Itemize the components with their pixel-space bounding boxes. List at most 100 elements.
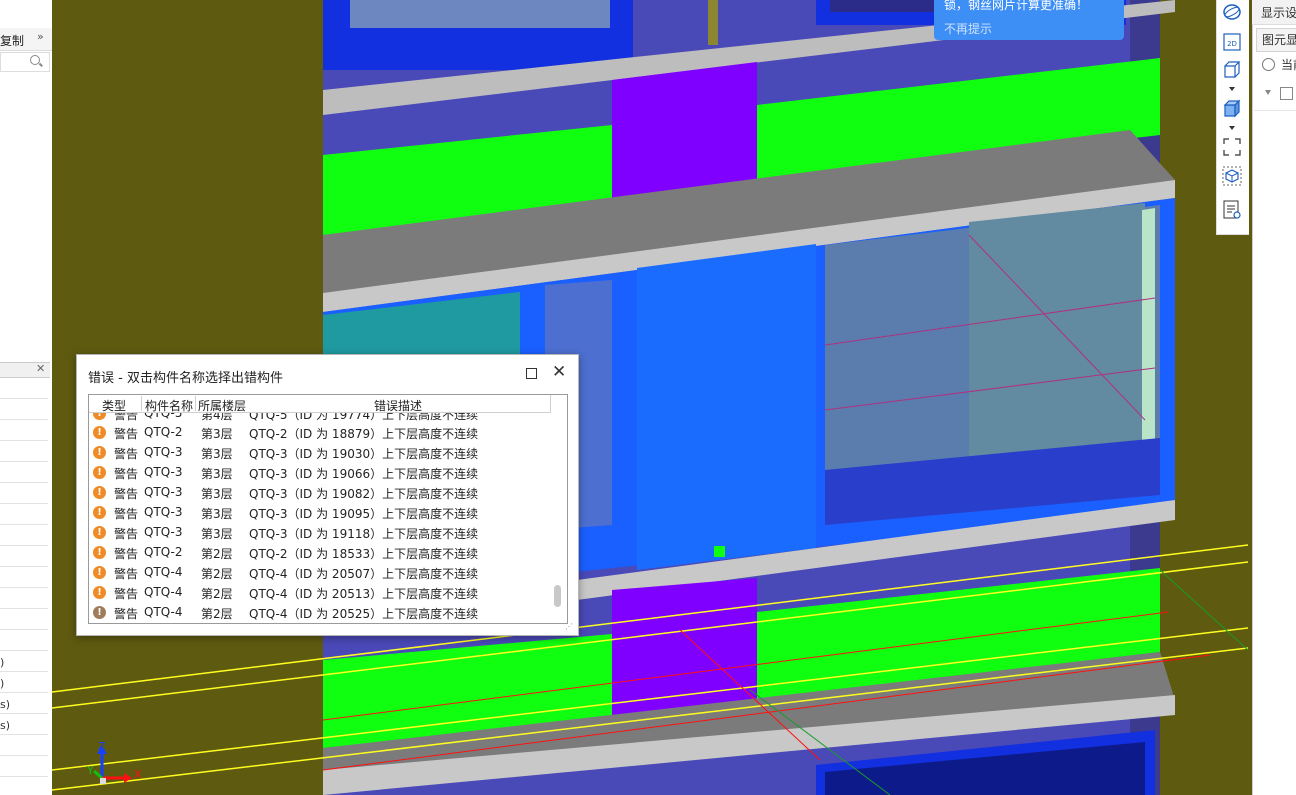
warning-icon: ! [93, 466, 106, 479]
warning-icon: ! [93, 566, 106, 579]
warning-icon: ! [93, 526, 106, 539]
left-row-value: s) [0, 698, 11, 711]
close-icon[interactable]: ✕ [552, 363, 566, 381]
cell-desc: QTQ-4（ID 为 20513）上下层高度不连续 [249, 587, 479, 601]
scrollbar-thumb[interactable] [554, 585, 561, 607]
cell-desc: QTQ-4（ID 为 20507）上下层高度不连续 [249, 567, 479, 581]
cell-desc: QTQ-3（ID 为 19095）上下层高度不连续 [249, 507, 479, 521]
column-header-name[interactable]: 构件名称 [145, 397, 193, 414]
cell-desc: QTQ-3（ID 为 19066）上下层高度不连续 [249, 467, 479, 481]
left-row-divider [0, 587, 48, 588]
table-row[interactable]: ! 警告 QTQ-4 第2层 QTQ-4（ID 为 20525）上下层高度不连续 [89, 603, 549, 623]
2d-view-icon[interactable]: 2D [1222, 32, 1242, 52]
cell-floor: 第3层 [201, 487, 233, 501]
table-row[interactable]: ! 警告 QTQ-4 第2层 QTQ-4（ID 为 20507）上下层高度不连续 [89, 563, 549, 583]
column-header-desc[interactable]: 错误描述 [374, 397, 422, 414]
box-view-dropdown-icon[interactable] [1229, 87, 1235, 91]
left-row-value: s) [0, 719, 11, 732]
column-header-type[interactable]: 类型 [102, 397, 126, 414]
cell-name[interactable]: QTQ-3 [144, 445, 183, 459]
cell-name[interactable]: QTQ-3 [144, 465, 183, 479]
table-row[interactable]: ! 警告 QTQ-3 第3层 QTQ-3（ID 为 19118）上下层高度不连续 [89, 523, 549, 543]
left-row-divider [0, 734, 48, 735]
dialog-title: 错误 - 双击构件名称选择出错构件 [88, 371, 283, 386]
tree-divider [1254, 110, 1296, 111]
left-row-divider [0, 566, 48, 567]
cell-floor: 第3层 [201, 427, 233, 441]
left-row-value: ) [0, 677, 5, 690]
left-row-divider [0, 545, 48, 546]
close-icon[interactable]: ✕ [36, 362, 45, 375]
cell-floor: 第3层 [201, 527, 233, 541]
search-icon[interactable] [30, 55, 40, 65]
table-row[interactable]: ! 警告 QTQ-3 第3层 QTQ-3（ID 为 19095）上下层高度不连续 [89, 503, 549, 523]
solid-box-view-icon[interactable] [1222, 98, 1242, 118]
warning-icon: ! [93, 446, 106, 459]
fit-view-icon[interactable] [1222, 137, 1242, 157]
cell-floor: 第3层 [201, 467, 233, 481]
cell-name[interactable]: QTQ-3 [144, 525, 183, 539]
left-row-divider [0, 650, 48, 651]
display-settings-panel [1252, 0, 1296, 795]
copy-button[interactable]: 复制 [0, 32, 24, 49]
warning-icon: ! [93, 546, 106, 559]
left-row-divider [0, 692, 48, 693]
toolbar-overflow-button[interactable]: » [37, 30, 44, 43]
column-header-floor[interactable]: 所属楼层 [198, 397, 246, 414]
cell-type: 警告 [114, 447, 139, 461]
table-row[interactable]: ! 警告 QTQ-2 第3层 QTQ-2（ID 为 18879）上下层高度不连续 [89, 423, 549, 443]
sphere-view-icon[interactable] [1222, 2, 1242, 22]
cell-name[interactable]: QTQ-2 [144, 545, 183, 559]
table-row[interactable]: ! 警告 QTQ-3 第3层 QTQ-3（ID 为 19082）上下层高度不连续 [89, 483, 549, 503]
tab-label: 图元显 [1262, 33, 1296, 47]
column-separator[interactable] [550, 395, 551, 412]
cell-type: 警告 [114, 467, 139, 481]
column-separator[interactable] [141, 396, 142, 411]
cell-desc: QTQ-2（ID 为 18533）上下层高度不连续 [249, 547, 479, 561]
dont-show-again-link[interactable]: 不再提示 [944, 20, 992, 37]
cell-type: 警告 [114, 567, 139, 581]
table-row[interactable]: ! 警告 QTQ-4 第2层 QTQ-4（ID 为 20513）上下层高度不连续 [89, 583, 549, 603]
cell-name[interactable]: QTQ-2 [144, 425, 183, 439]
cell-type: 警告 [114, 587, 139, 601]
tree-checkbox[interactable] [1280, 87, 1293, 100]
cell-name[interactable]: QTQ-4 [144, 565, 183, 579]
left-search-input[interactable] [0, 52, 50, 72]
cube-select-icon[interactable] [1222, 166, 1242, 186]
maximize-icon[interactable] [526, 368, 537, 379]
cell-type: 警告 [114, 547, 139, 561]
cell-desc: QTQ-4（ID 为 20525）上下层高度不连续 [249, 607, 479, 621]
cell-name[interactable]: QTQ-3 [144, 505, 183, 519]
cell-floor: 第2层 [201, 587, 233, 601]
left-row-divider [0, 503, 48, 504]
radio-label: 当前 [1281, 58, 1296, 72]
axis-z-label: Z [98, 740, 106, 753]
table-row[interactable]: ! 警告 QTQ-2 第2层 QTQ-2（ID 为 18533）上下层高度不连续 [89, 543, 549, 563]
tree-expand-icon[interactable] [1265, 90, 1271, 95]
cell-floor: 第2层 [201, 607, 233, 621]
cell-name[interactable]: QTQ-4 [144, 585, 183, 599]
column-separator[interactable] [195, 396, 196, 411]
display-list-icon[interactable] [1222, 200, 1242, 220]
left-row-value: ) [0, 656, 5, 669]
axis-x-label: X [134, 768, 142, 781]
warning-icon: ! [93, 506, 106, 519]
axis-y-label: Y [87, 764, 94, 777]
cell-type: 警告 [114, 607, 139, 621]
cell-type: 警告 [114, 507, 139, 521]
resize-grip-icon[interactable]: ⋰ [565, 622, 573, 631]
cell-name[interactable]: QTQ-4 [144, 605, 183, 619]
current-radio[interactable] [1262, 58, 1275, 71]
left-row-divider [0, 608, 48, 609]
warning-icon: ! [93, 586, 106, 599]
solid-view-dropdown-icon[interactable] [1229, 126, 1235, 130]
cell-name[interactable]: QTQ-3 [144, 485, 183, 499]
table-row[interactable]: ! 警告 QTQ-3 第3层 QTQ-3（ID 为 19066）上下层高度不连续 [89, 463, 549, 483]
left-row-divider [0, 671, 48, 672]
left-row-divider [0, 629, 48, 630]
table-row[interactable]: ! 警告 QTQ-3 第3层 QTQ-3（ID 为 19030）上下层高度不连续 [89, 443, 549, 463]
warning-icon: ! [93, 486, 106, 499]
cell-desc: QTQ-2（ID 为 18879）上下层高度不连续 [249, 427, 479, 441]
left-row-divider [0, 524, 48, 525]
box-view-icon[interactable] [1222, 59, 1242, 79]
